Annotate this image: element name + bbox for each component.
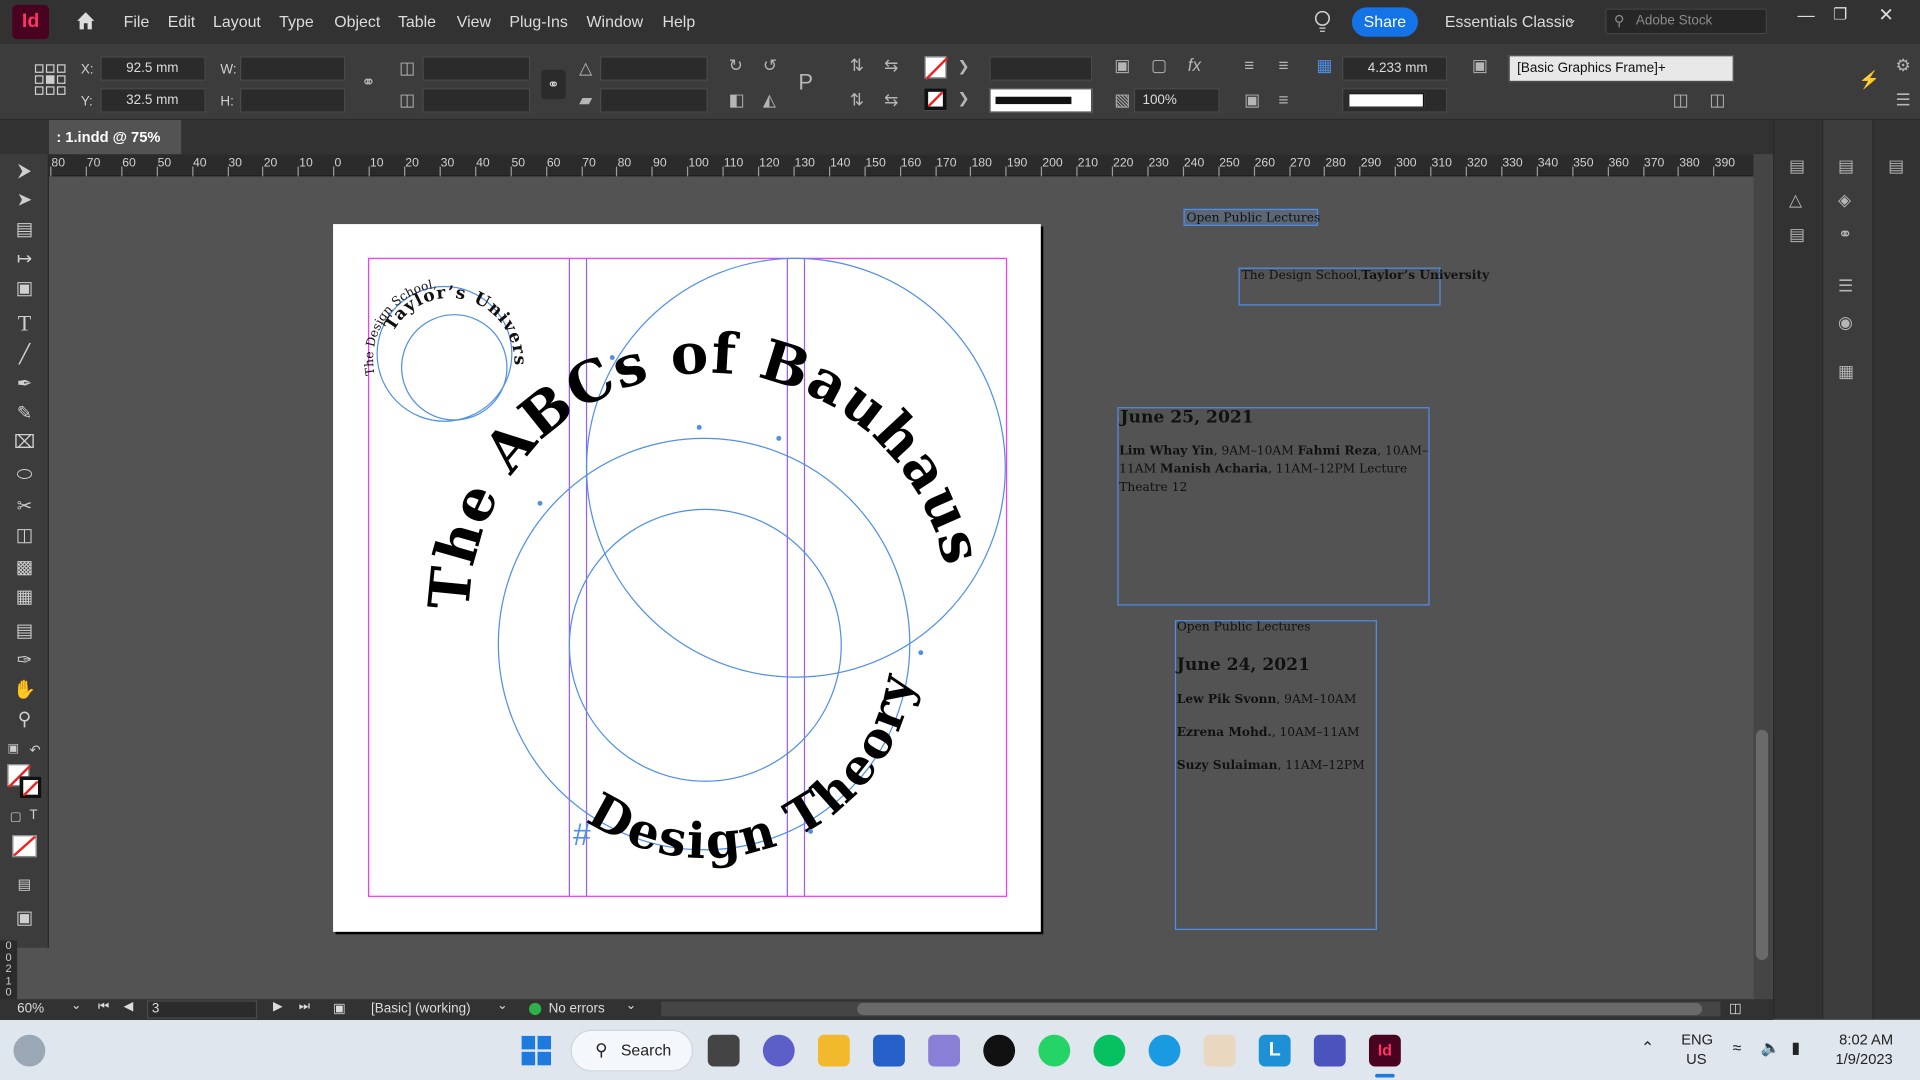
weather-icon[interactable] <box>13 1034 46 1067</box>
main-title-path-text[interactable]: The ABCs of Bauhaus <box>416 320 995 612</box>
tiktok-icon[interactable] <box>983 1034 1016 1067</box>
path-anchor <box>696 424 702 430</box>
whatsapp-icon[interactable] <box>1038 1034 1071 1067</box>
swatches-icon[interactable]: ◉ <box>1838 313 1853 330</box>
preflight-errors[interactable]: No errors <box>549 1002 605 1017</box>
cc-libraries-icon[interactable]: ▦ <box>1838 362 1854 379</box>
text-frame-4-line2: Ezrena Mohd., 10AM–11AM <box>1177 725 1360 739</box>
file-explorer-icon[interactable] <box>817 1034 850 1067</box>
next-page-icon[interactable]: ▶ <box>273 1000 282 1013</box>
stroke-panel-icon[interactable]: ☰ <box>1838 277 1853 294</box>
profile-dropdown-icon[interactable]: ⌄ <box>497 999 507 1012</box>
links-icon[interactable]: ⚭ <box>1838 225 1852 242</box>
layout-canvas[interactable]: The Design School, Taylor’s University T… <box>0 0 1773 1016</box>
open-page-icon[interactable]: ▣ <box>333 1000 346 1017</box>
lark-icon[interactable]: L <box>1258 1034 1291 1067</box>
text-frame-3-body: Lim Whay Yin, 9AM–10AM Fahmi Reza, 10AM–… <box>1119 444 1428 494</box>
zoom-level[interactable]: 60% <box>17 1002 44 1017</box>
path-anchor <box>808 828 814 834</box>
preflight-status-icon <box>528 1002 542 1016</box>
previous-page-icon[interactable]: ◀ <box>124 1000 133 1013</box>
text-frame-4-head: Open Public Lectures <box>1177 620 1311 634</box>
last-page-icon[interactable]: ⏭ <box>299 1000 310 1013</box>
edge-icon[interactable] <box>1148 1034 1181 1067</box>
path-anchor <box>609 355 615 361</box>
pages-icon[interactable]: ▤ <box>1838 157 1854 174</box>
layers-icon[interactable]: ◈ <box>1838 191 1851 208</box>
wechat-icon[interactable] <box>1093 1034 1126 1067</box>
small-inner-circle-frame[interactable] <box>401 314 508 421</box>
language-ime[interactable]: ENG <box>1681 1031 1713 1048</box>
language-region[interactable]: US <box>1686 1051 1706 1068</box>
gear-icon[interactable]: ⚙ <box>1896 56 1911 73</box>
vertical-scroll-thumb[interactable] <box>1755 729 1769 961</box>
panel-dock-1: ▤ △ ▤ <box>1773 120 1823 1019</box>
properties-icon[interactable]: ▤ <box>1888 157 1904 174</box>
text-frame-4-line3: Suzy Sulaiman, 11AM–12PM <box>1177 758 1365 772</box>
indesign-window: Id File Edit Layout Type Object Table Vi… <box>0 0 1920 1080</box>
wifi-icon[interactable]: ≈ <box>1733 1038 1742 1056</box>
paragraph-styles-icon[interactable]: ▤ <box>1789 225 1805 242</box>
text-frame-3-date: June 25, 2021 <box>1118 407 1253 427</box>
task-view-icon[interactable] <box>707 1034 740 1067</box>
horizontal-scroll-thumb[interactable] <box>857 1002 1703 1016</box>
inner-circle-frame[interactable] <box>568 508 842 782</box>
panel-dock-3: ▤ <box>1872 120 1920 1019</box>
restore-icon[interactable]: ❐ <box>1833 5 1847 25</box>
main-subtitle-path-text[interactable]: Design Theory <box>579 667 926 871</box>
split-window-icon[interactable]: ◫ <box>1729 1000 1742 1017</box>
quick-apply-icon[interactable]: ⚡ <box>1859 71 1880 88</box>
preflight-profile[interactable]: [Basic] (working) <box>371 1002 471 1017</box>
panel-menu-icon[interactable]: ☰ <box>1896 91 1911 108</box>
chat-icon[interactable] <box>762 1034 795 1067</box>
zoom-dropdown-icon[interactable]: ⌄ <box>71 999 81 1012</box>
panel-dock-2: ▤ ◈ ⚭ ☰ ◉ ▦ <box>1822 120 1873 1019</box>
path-anchor <box>918 650 924 656</box>
app-icon[interactable] <box>928 1034 961 1067</box>
path-anchor <box>776 435 782 441</box>
text-frame-4-date: June 24, 2021 <box>1175 655 1310 675</box>
close-icon[interactable]: ✕ <box>1878 4 1893 26</box>
windows-taskbar: L Id ⌃ ENG US ≈ 🔈 ▮ 8:02 AM 1/9/2023 <box>0 1020 1920 1080</box>
pages-panel-icon[interactable]: ▤ <box>1789 157 1805 174</box>
start-button-icon[interactable] <box>520 1035 552 1067</box>
path-anchor <box>537 500 543 506</box>
clock-time[interactable]: 8:02 AM <box>1839 1031 1893 1048</box>
active-app-indicator <box>1375 1073 1395 1078</box>
tray-chevron-icon[interactable]: ⌃ <box>1641 1038 1654 1058</box>
volume-icon[interactable]: 🔈 <box>1761 1038 1781 1058</box>
taskbar-search[interactable]: Search <box>570 1029 694 1072</box>
first-page-icon[interactable]: ⏮ <box>98 1000 109 1013</box>
text-frame-1-content: Open Public Lectures <box>1187 211 1321 225</box>
store-icon[interactable] <box>873 1034 905 1067</box>
preflight-dropdown-icon[interactable]: ⌄ <box>626 999 636 1012</box>
clock-date[interactable]: 1/9/2023 <box>1836 1051 1893 1068</box>
teams-icon[interactable] <box>1313 1034 1346 1067</box>
battery-icon[interactable]: ▮ <box>1791 1038 1800 1058</box>
page-number-field[interactable]: 3 <box>146 1000 258 1019</box>
small-circle-text-2[interactable]: Taylor’s University <box>0 0 530 367</box>
text-frame-2-content: The Design School,Taylor’s University <box>1242 268 1490 282</box>
page-number: 3 <box>151 1001 160 1017</box>
text-frame-4-line1: Lew Pik Svonn, 9AM–10AM <box>1177 692 1357 706</box>
photos-icon[interactable] <box>1203 1034 1236 1067</box>
search-icon: ⚲ <box>595 1039 608 1060</box>
path-text-overflow-marker: # <box>573 816 591 852</box>
indesign-taskbar-icon[interactable]: Id <box>1368 1034 1401 1067</box>
character-panel-icon[interactable]: △ <box>1789 191 1802 208</box>
taskbar-search-label: Search <box>620 1040 672 1060</box>
minimize-icon[interactable]: — <box>1798 5 1815 25</box>
